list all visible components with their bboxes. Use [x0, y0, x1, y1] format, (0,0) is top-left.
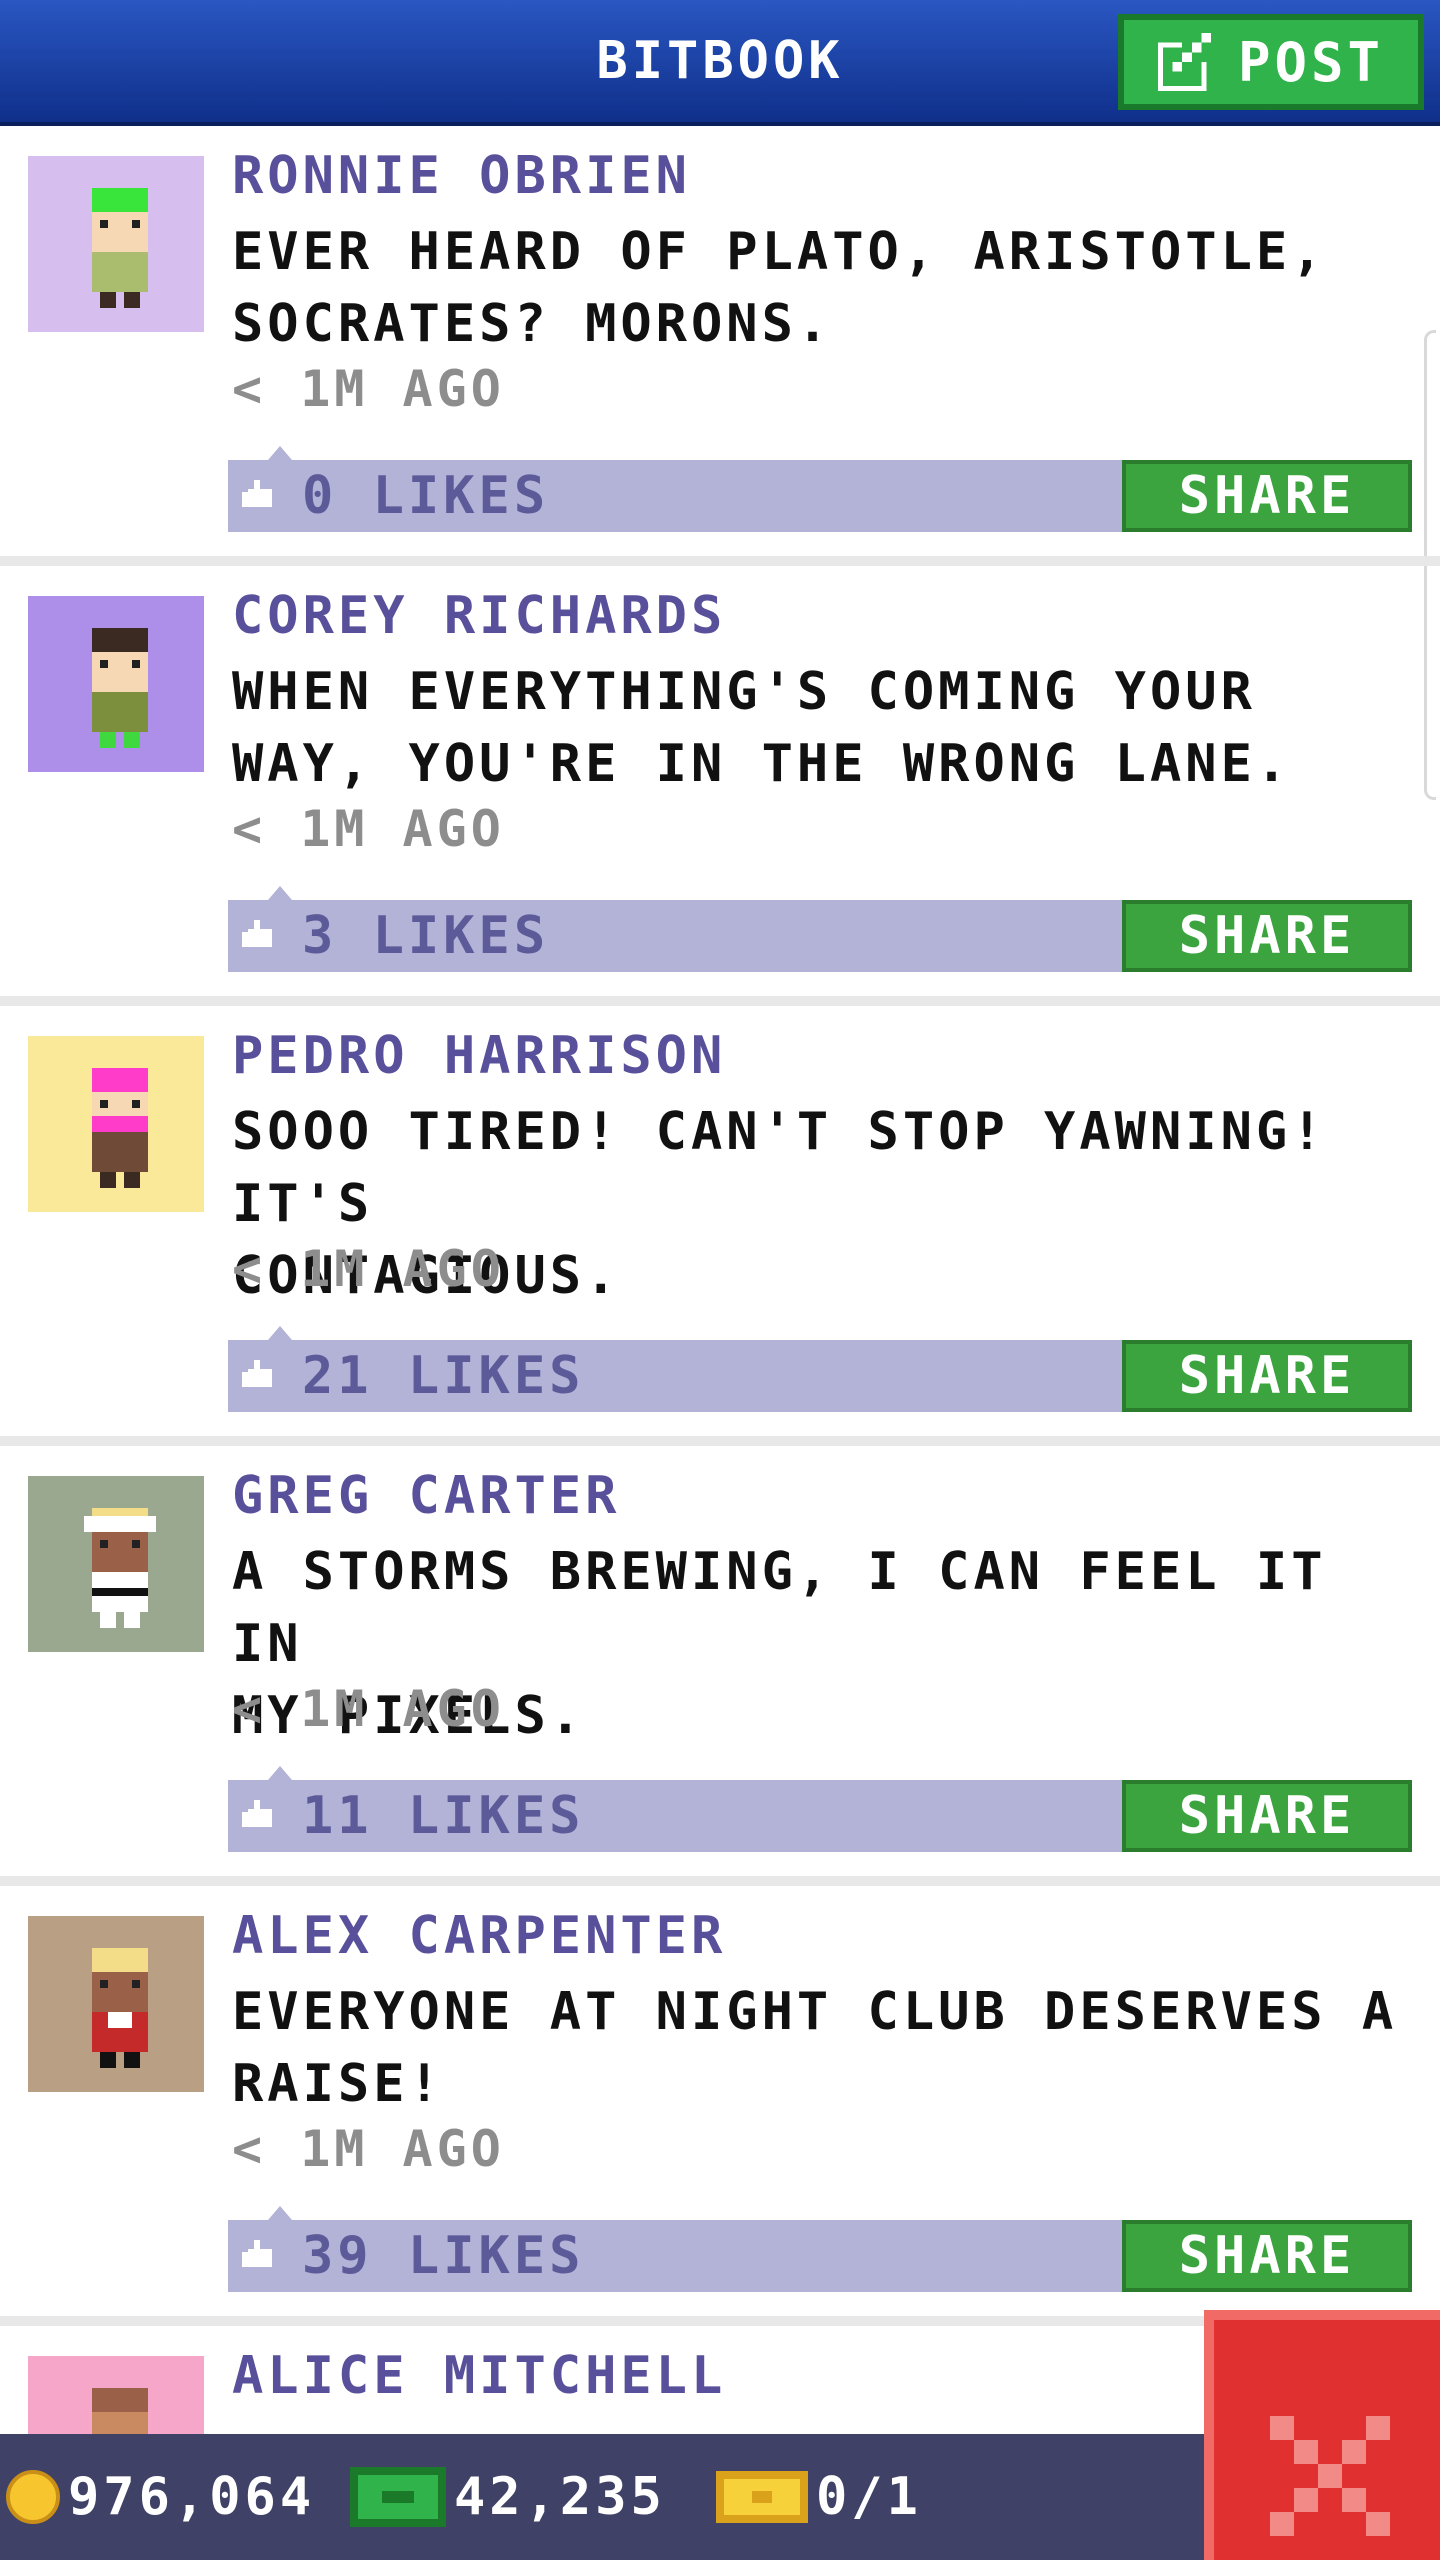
bux-display: 42,235: [350, 2434, 666, 2560]
post-time: < 1M AGO: [232, 1240, 505, 1298]
bux-value: 42,235: [454, 2467, 666, 2527]
person-avatar-icon: [28, 1036, 204, 1212]
post-message: EVER HEARD OF PLATO, ARISTOTLE, SOCRATES…: [232, 222, 1327, 354]
avatar[interactable]: [28, 1036, 204, 1212]
like-bar: 21 LIKES SHARE: [228, 1326, 1412, 1412]
thumbs-up-icon[interactable]: [242, 1360, 278, 1390]
divider: [0, 556, 1440, 566]
share-button[interactable]: SHARE: [1122, 460, 1412, 532]
likes-count: 11 LIKES: [302, 1786, 585, 1846]
feed-post: PEDRO HARRISON SOOO TIRED! CAN'T STOP YA…: [0, 1006, 1440, 1446]
share-button[interactable]: SHARE: [1122, 2220, 1412, 2292]
tickets-value: 0/1: [816, 2467, 922, 2527]
avatar[interactable]: [28, 596, 204, 772]
author-name[interactable]: COREY RICHARDS: [232, 586, 726, 646]
app-header: BITBOOK POST: [0, 0, 1440, 126]
coins-display: 976,064: [6, 2434, 315, 2560]
thumbs-up-icon[interactable]: [242, 920, 278, 950]
like-bar-notch: [268, 1766, 292, 1780]
edit-icon: [1157, 33, 1212, 91]
feed-list: RONNIE OBRIEN EVER HEARD OF PLATO, ARIST…: [0, 126, 1440, 2532]
post-button-label: POST: [1237, 30, 1385, 94]
divider: [0, 1876, 1440, 1886]
like-bar-notch: [268, 446, 292, 460]
like-bar-notch: [268, 886, 292, 900]
likes-count: 0 LIKES: [302, 466, 550, 526]
person-avatar-icon: [28, 1916, 204, 2092]
post-time: < 1M AGO: [232, 360, 505, 418]
like-bar-notch: [268, 1326, 292, 1340]
post-time: < 1M AGO: [232, 1680, 505, 1738]
avatar[interactable]: [28, 1476, 204, 1652]
like-bar-notch: [268, 2206, 292, 2220]
ticket-icon: [716, 2471, 808, 2523]
close-button[interactable]: [1204, 2310, 1440, 2560]
likes-count: 3 LIKES: [302, 906, 550, 966]
coin-icon: [6, 2470, 60, 2524]
person-avatar-icon: [28, 596, 204, 772]
coins-value: 976,064: [68, 2467, 316, 2527]
share-button[interactable]: SHARE: [1122, 1340, 1412, 1412]
post-time: < 1M AGO: [232, 2120, 505, 2178]
avatar[interactable]: [28, 1916, 204, 2092]
feed-post: COREY RICHARDS WHEN EVERYTHING'S COMING …: [0, 566, 1440, 1006]
person-avatar-icon: [28, 1476, 204, 1652]
likes-count: 39 LIKES: [302, 2226, 585, 2286]
like-bar: 11 LIKES SHARE: [228, 1766, 1412, 1852]
thumbs-up-icon[interactable]: [242, 480, 278, 510]
divider: [0, 1436, 1440, 1446]
person-avatar-icon: [28, 156, 204, 332]
author-name[interactable]: ALICE MITCHELL: [232, 2346, 726, 2406]
post-time: < 1M AGO: [232, 800, 505, 858]
like-bar: 3 LIKES SHARE: [228, 886, 1412, 972]
author-name[interactable]: GREG CARTER: [232, 1466, 620, 1526]
likes-count: 21 LIKES: [302, 1346, 585, 1406]
like-bar: 0 LIKES SHARE: [228, 446, 1412, 532]
thumbs-up-icon[interactable]: [242, 2240, 278, 2270]
divider: [0, 996, 1440, 1006]
feed-post: ALEX CARPENTER EVERYONE AT NIGHT CLUB DE…: [0, 1886, 1440, 2326]
post-message: WHEN EVERYTHING'S COMING YOUR WAY, YOU'R…: [232, 662, 1292, 794]
avatar[interactable]: [28, 156, 204, 332]
author-name[interactable]: PEDRO HARRISON: [232, 1026, 726, 1086]
feed-post: GREG CARTER A STORMS BREWING, I CAN FEEL…: [0, 1446, 1440, 1886]
author-name[interactable]: RONNIE OBRIEN: [232, 146, 691, 206]
post-button[interactable]: POST: [1118, 14, 1424, 110]
cash-icon: [350, 2467, 446, 2527]
feed-post: RONNIE OBRIEN EVER HEARD OF PLATO, ARIST…: [0, 126, 1440, 566]
share-button[interactable]: SHARE: [1122, 900, 1412, 972]
close-icon: [1270, 2416, 1390, 2536]
share-button[interactable]: SHARE: [1122, 1780, 1412, 1852]
like-bar: 39 LIKES SHARE: [228, 2206, 1412, 2292]
tickets-display: 0/1: [716, 2434, 922, 2560]
post-message: EVERYONE AT NIGHT CLUB DESERVES A RAISE!: [232, 1982, 1398, 2114]
thumbs-up-icon[interactable]: [242, 1800, 278, 1830]
author-name[interactable]: ALEX CARPENTER: [232, 1906, 726, 1966]
